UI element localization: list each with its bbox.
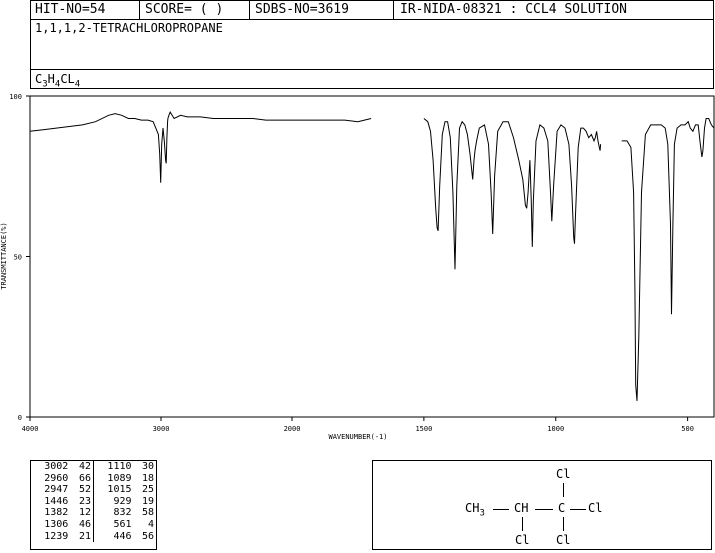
spectrum-segment-1 (29, 110, 372, 183)
x-tick-label: 3000 (153, 425, 170, 433)
cl-bottom-right-label: Cl (556, 533, 571, 547)
x-axis-ticks: 4000 3000 2000 1500 1000 500 (22, 417, 694, 433)
x-tick-label: 2000 (284, 425, 301, 433)
peak-intensity: 12 (70, 507, 94, 519)
peak-wavenumber: 1382 (44, 507, 69, 519)
bond-middle (535, 509, 553, 510)
peak-intensity: 46 (70, 518, 94, 531)
peak-intensity: 4 (147, 518, 154, 530)
peak-wavenumber: 2960 (44, 472, 69, 484)
peak-wavenumber: 3002 (44, 461, 69, 472)
peak-wavenumber: 1239 (44, 530, 69, 542)
y-axis-ticks: 100 50 0 (9, 93, 30, 422)
bond-bottom-left (522, 517, 523, 531)
peak-row: 3002 42 1110 30 (31, 461, 156, 473)
x-tick-label: 1000 (547, 425, 564, 433)
peak-wavenumber: 1306 (44, 518, 69, 530)
peak-intensity: 52 (70, 484, 94, 496)
c-label: C (558, 501, 566, 515)
peak-intensity: 56 (141, 530, 154, 542)
peak-wavenumber: 832 (113, 507, 132, 519)
peak-row: 1382 12 832 58 (31, 507, 156, 519)
x-tick-label: 1500 (415, 425, 432, 433)
x-axis-label: WAVENUMBER(-1) (328, 433, 387, 441)
peak-row: 2960 66 1089 18 (31, 472, 156, 485)
peak-table: 3002 42 1110 30 2960 66 1089 18 2947 52 1015 25 1446… (30, 460, 157, 550)
peak-intensity: 23 (70, 495, 94, 508)
peak-wavenumber: 446 (113, 530, 132, 542)
bond-top (563, 483, 564, 497)
peak-wavenumber: 1089 (107, 472, 132, 484)
spectrum-lines (29, 110, 715, 401)
plot-frame (29, 95, 715, 418)
peak-wavenumber: 1015 (107, 484, 132, 496)
peak-row: 1239 21 446 56 (31, 530, 156, 543)
cl-top-label: Cl (556, 467, 571, 481)
x-tick-label: 4000 (22, 425, 39, 433)
peak-row: 1306 46 561 4 (31, 518, 156, 531)
y-tick-label: 50 (14, 254, 22, 262)
peak-intensity: 58 (141, 507, 154, 519)
peak-row: 2947 52 1015 25 (31, 484, 156, 496)
peak-wavenumber: 929 (113, 495, 132, 507)
peak-intensity: 25 (141, 484, 154, 496)
peak-wavenumber: 1446 (44, 495, 69, 507)
x-tick-label: 500 (681, 425, 694, 433)
spectrum-segment-3 (621, 118, 715, 401)
cl-bottom-left-label: Cl (515, 533, 530, 547)
ch3-subscript: 3 (479, 508, 485, 519)
peak-intensity: 18 (141, 472, 154, 484)
peak-intensity: 42 (70, 461, 94, 473)
peak-wavenumber: 1110 (107, 461, 132, 472)
peak-wavenumber: 561 (113, 518, 132, 530)
bond-right (570, 509, 586, 510)
peak-intensity: 21 (70, 530, 94, 543)
ch3-text: CH (465, 501, 480, 515)
peak-intensity: 30 (141, 461, 154, 472)
y-tick-label: 100 (9, 93, 22, 101)
y-tick-label: 0 (18, 414, 22, 422)
ch3-label: CH3 (465, 501, 485, 518)
ir-spectrum-chart: 4000 3000 2000 1500 1000 500 100500 WAVENUMBE… (0, 93, 715, 441)
peak-wavenumber: 2947 (44, 484, 69, 496)
bond-left (493, 509, 509, 510)
peak-intensity: 19 (141, 495, 154, 507)
peak-intensity: 66 (70, 472, 94, 485)
structure-panel: Cl CH3 CH C Cl Cl Cl (372, 460, 712, 550)
spectrum-segment-2 (423, 118, 602, 270)
peak-table-grid: 3002 42 1110 30 2960 66 1089 18 2947 52 1015 25 1446… (31, 461, 156, 543)
ch-label: CH (514, 501, 529, 515)
bond-bottom-right (563, 517, 564, 531)
peak-row: 1446 23 929 19 (31, 495, 156, 508)
y-axis-label: TRANSMITTANCE(%) (0, 222, 8, 289)
cl-right-label: Cl (588, 501, 603, 515)
